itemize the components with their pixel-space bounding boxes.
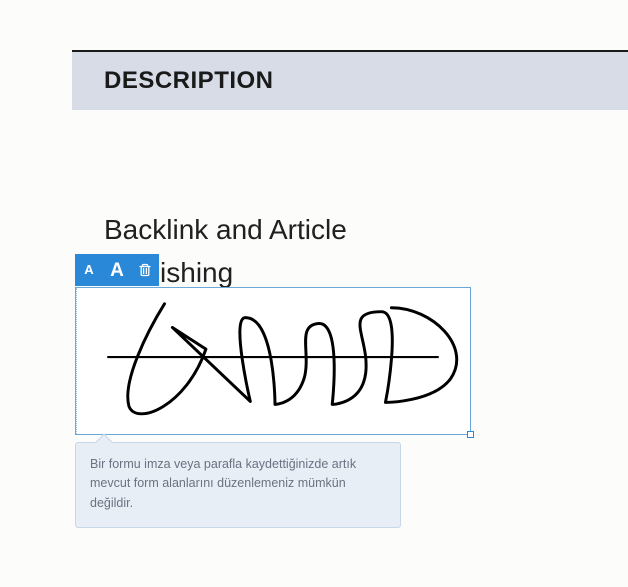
section-content: Backlink and Article Publishing A A (72, 110, 628, 295)
section-header: DESCRIPTION (72, 50, 628, 110)
letter-a-small-icon: A (79, 260, 99, 280)
delete-signature-button[interactable] (131, 254, 159, 286)
signature-info-tooltip: Bir formu imza veya parafla kaydettiğini… (75, 442, 401, 528)
svg-text:A: A (110, 260, 124, 281)
font-increase-button[interactable]: A (103, 254, 131, 286)
signature-field[interactable] (75, 287, 471, 435)
tooltip-text: Bir formu imza veya parafla kaydettiğini… (90, 457, 356, 510)
trash-icon (137, 262, 153, 278)
signature-left-guide (76, 288, 77, 434)
resize-handle[interactable] (467, 431, 474, 438)
document-page: DESCRIPTION Backlink and Article Publish… (72, 50, 628, 295)
font-decrease-button[interactable]: A (75, 254, 103, 286)
section-header-title: DESCRIPTION (104, 67, 274, 95)
content-line-1: Backlink and Article (104, 208, 628, 251)
svg-text:A: A (84, 262, 94, 277)
letter-a-large-icon: A (105, 258, 129, 282)
signature-drawing (76, 288, 470, 434)
tooltip-arrow (96, 434, 113, 451)
signature-toolbar: A A (75, 254, 159, 286)
